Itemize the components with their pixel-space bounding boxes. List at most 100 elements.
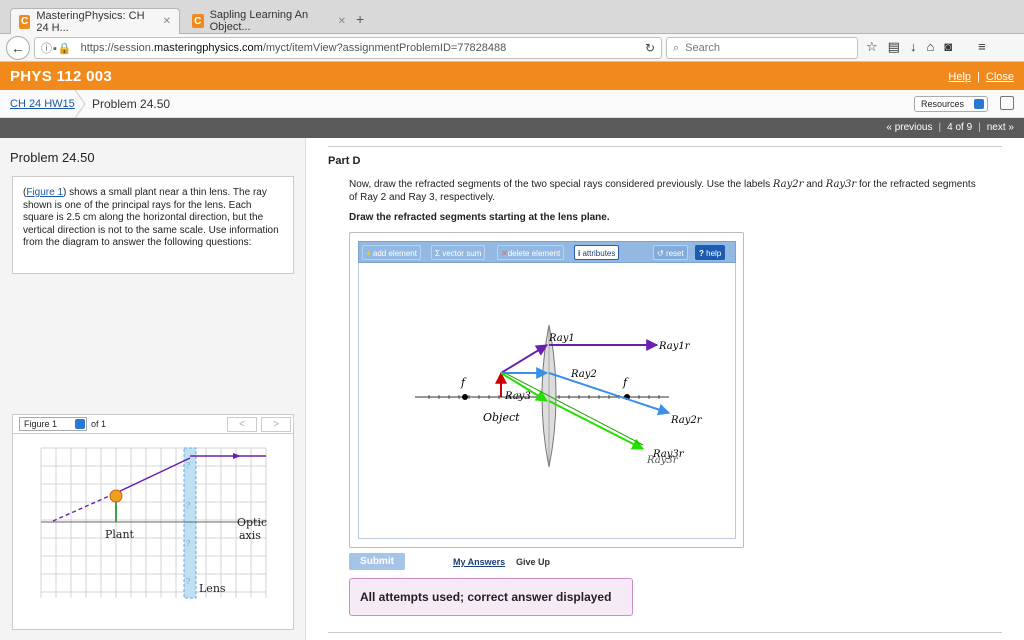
page-position: 4 of 9 bbox=[947, 122, 973, 133]
reading-list-icon[interactable]: ▤ bbox=[888, 39, 900, 55]
browser-toolbar-icons: ☆ ▤ ↓ ⌂ ◙ ≡ bbox=[866, 39, 986, 55]
pager-bar: « previous | 4 of 9 | next » bbox=[0, 118, 1024, 138]
divider bbox=[328, 146, 1002, 147]
sigma-icon: Σ bbox=[435, 249, 440, 258]
instr-text: Now, draw the refracted segments of the … bbox=[349, 179, 773, 190]
search-placeholder: Search bbox=[685, 42, 721, 54]
give-up-link[interactable]: Give Up bbox=[516, 557, 550, 567]
vector-sum-label: vector sum bbox=[442, 249, 482, 258]
delete-element-label: delete element bbox=[507, 249, 561, 258]
unknown-marker: ? bbox=[186, 539, 190, 548]
dropdown-arrow-icon bbox=[974, 99, 984, 109]
url-prefix: https://session. bbox=[80, 42, 154, 54]
figure-nav: Figure 1 of 1 < > bbox=[12, 414, 294, 434]
ray1-incident[interactable] bbox=[500, 344, 549, 374]
search-icon: ⌕ bbox=[673, 41, 680, 54]
instr-and: and bbox=[803, 179, 826, 190]
home-icon[interactable]: ⌂ bbox=[926, 39, 934, 55]
submit-button[interactable]: Submit bbox=[349, 553, 405, 570]
course-title: PHYS 112 003 bbox=[10, 68, 113, 85]
close-tab-icon[interactable]: ✕ bbox=[338, 16, 346, 27]
lens-figure: Plant Optic axis Lens ? ? ? ? bbox=[40, 447, 267, 599]
close-link[interactable]: Close bbox=[986, 71, 1014, 83]
reset-button[interactable]: ↺ reset bbox=[653, 245, 688, 260]
ray2-label: Ray2 bbox=[570, 369, 597, 380]
delete-element-button[interactable]: ✕delete element bbox=[497, 245, 565, 260]
breadcrumb-chevron-icon bbox=[74, 90, 86, 118]
ray1-label: Ray1 bbox=[548, 333, 575, 344]
plus-icon: + bbox=[366, 249, 371, 258]
sapling-favicon-icon: C bbox=[192, 14, 204, 28]
ray3r-label-duplicate: Ray3r bbox=[646, 455, 679, 466]
label-ray3r: Ray3r bbox=[825, 179, 857, 190]
figure-select[interactable]: Figure 1 bbox=[19, 417, 87, 431]
add-element-label: add element bbox=[372, 249, 417, 258]
attributes-label: attributes bbox=[582, 249, 616, 258]
url-bar[interactable]: ⓘ▪🔒 https://session.masteringphysics.com… bbox=[34, 37, 662, 59]
resources-dropdown[interactable]: Resources bbox=[914, 96, 988, 112]
ray2-refracted[interactable] bbox=[548, 372, 671, 416]
focal-label-left: f bbox=[460, 376, 467, 389]
figure-next-button[interactable]: > bbox=[261, 417, 291, 432]
figure-link[interactable]: Figure 1 bbox=[26, 187, 63, 198]
my-answers-link[interactable]: My Answers bbox=[453, 557, 505, 567]
download-icon[interactable]: ↓ bbox=[910, 39, 917, 55]
site-info-icon[interactable]: ⓘ▪🔒 bbox=[41, 40, 73, 56]
tab-masteringphysics[interactable]: C MasteringPhysics: CH 24 H... ✕ bbox=[10, 8, 180, 34]
plant-label: Plant bbox=[105, 528, 135, 541]
print-icon[interactable] bbox=[1000, 96, 1014, 110]
ray-extension bbox=[52, 492, 117, 522]
focal-label-right: f bbox=[622, 376, 629, 389]
separator: | bbox=[977, 71, 980, 83]
reset-label: reset bbox=[665, 249, 684, 258]
problem-title: Problem 24.50 bbox=[10, 150, 95, 165]
divider bbox=[328, 632, 1002, 633]
browser-tab-bar: C MasteringPhysics: CH 24 H... ✕ C Sapli… bbox=[0, 0, 1024, 34]
new-tab-icon[interactable]: + bbox=[356, 11, 364, 27]
previous-link[interactable]: « previous bbox=[886, 122, 932, 133]
next-link[interactable]: next » bbox=[987, 122, 1014, 133]
breadcrumb-assignment-link[interactable]: CH 24 HW15 bbox=[10, 98, 75, 110]
header-links: Help | Close bbox=[948, 71, 1014, 83]
resources-label: Resources bbox=[921, 99, 965, 109]
widget-toolbar: + add element Σ vector sum ✕delete eleme… bbox=[358, 241, 736, 263]
close-tab-icon[interactable]: ✕ bbox=[163, 16, 171, 27]
attributes-button[interactable]: i attributes bbox=[574, 245, 620, 260]
reload-icon[interactable]: ↻ bbox=[645, 41, 655, 55]
bookmark-star-icon[interactable]: ☆ bbox=[866, 39, 878, 55]
unknown-marker: ? bbox=[186, 501, 190, 510]
question-icon: ? bbox=[699, 249, 704, 258]
url-path: /myct/itemView?assignmentProblemID=77828… bbox=[262, 42, 507, 54]
delete-x-icon: ✕ bbox=[501, 249, 508, 258]
add-element-button[interactable]: + add element bbox=[362, 245, 421, 260]
ray1r-label: Ray1r bbox=[658, 341, 691, 352]
part-title: Part D bbox=[328, 155, 361, 167]
ray3-refracted[interactable] bbox=[548, 400, 645, 450]
menu-icon[interactable]: ≡ bbox=[978, 39, 986, 55]
ray2r-label: Ray2r bbox=[670, 415, 703, 426]
lens-shape bbox=[183, 447, 197, 599]
ray-arrow-icon bbox=[233, 453, 241, 459]
figure-grid bbox=[40, 447, 267, 598]
drawing-canvas[interactable]: f f Object Ray1 Ray1r Ray2 Ray2r Ray3 Ra… bbox=[358, 263, 736, 539]
back-arrow-icon[interactable]: ← bbox=[6, 36, 30, 60]
search-input[interactable]: ⌕ Search bbox=[666, 37, 858, 59]
url-domain: masteringphysics.com bbox=[153, 42, 263, 54]
pocket-icon[interactable]: ◙ bbox=[944, 39, 952, 55]
help-button[interactable]: ? help bbox=[695, 245, 726, 260]
figure-prev-button[interactable]: < bbox=[227, 417, 257, 432]
focal-point-left bbox=[462, 394, 468, 400]
help-link[interactable]: Help bbox=[948, 71, 971, 83]
vector-sum-button[interactable]: Σ vector sum bbox=[431, 245, 486, 260]
tab-title: MasteringPhysics: CH 24 H... bbox=[36, 9, 145, 34]
reset-icon: ↺ bbox=[657, 249, 664, 258]
feedback-message: All attempts used; correct answer displa… bbox=[349, 578, 633, 616]
info-icon: i bbox=[578, 249, 581, 258]
figure-count: of 1 bbox=[91, 419, 107, 429]
unknown-marker: ? bbox=[186, 577, 190, 586]
plant-flower-icon bbox=[109, 489, 123, 503]
breadcrumb: CH 24 HW15 Problem 24.50 Resources bbox=[0, 90, 1024, 118]
figure-panel: Plant Optic axis Lens ? ? ? ? bbox=[12, 434, 294, 630]
tab-sapling[interactable]: C Sapling Learning An Object... ✕ bbox=[184, 8, 354, 34]
mastering-favicon-icon: C bbox=[19, 14, 31, 29]
